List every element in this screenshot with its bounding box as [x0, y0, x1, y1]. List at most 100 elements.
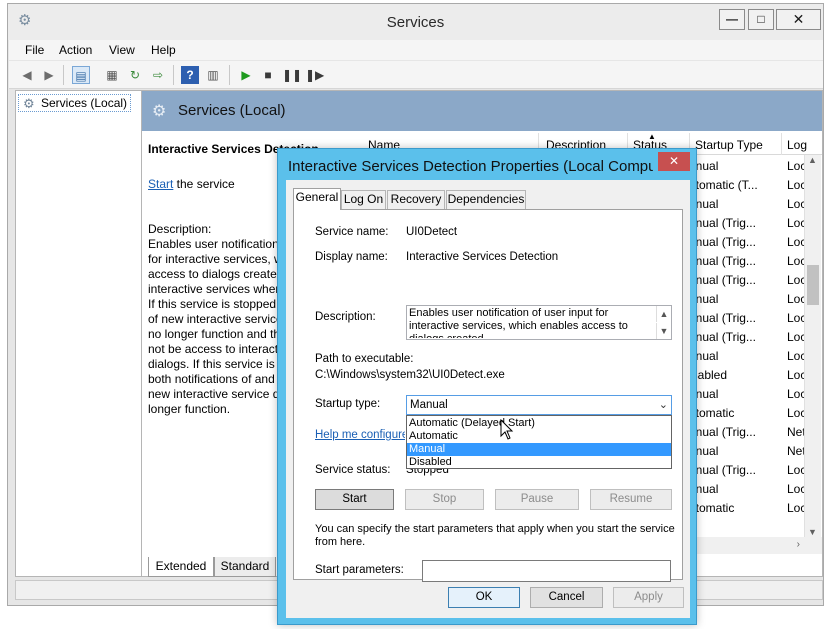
menu-file[interactable]: File	[25, 43, 44, 57]
startup-type-cell: anual	[689, 292, 719, 306]
description-label: Description:	[315, 311, 376, 323]
scroll-right-icon[interactable]: ›	[797, 539, 800, 550]
display-name-label: Display name:	[315, 251, 388, 263]
title-bar: ⚙ Services — □ ✕	[8, 4, 823, 40]
play-icon[interactable]: ▶	[237, 66, 255, 84]
startup-type-cell: utomatic	[689, 501, 735, 515]
scroll-up-icon[interactable]: ▲	[656, 306, 671, 322]
service-name-label: Service name:	[315, 226, 389, 238]
log-on-as-cell: Net	[787, 444, 806, 458]
startup-type-cell: anual (Trig...	[689, 216, 756, 230]
startup-type-cell: utomatic (T...	[689, 178, 758, 192]
log-on-as-cell: Net	[787, 425, 806, 439]
description-label: Description:	[148, 222, 212, 236]
toolbar-separator	[173, 65, 174, 85]
display-name-value: Interactive Services Detection	[406, 251, 559, 263]
toolbar: ◀ ▶ ▤ ▦ ↻ ⇨ ? ▥ ▶ ■ ❚❚ ❚▶	[9, 61, 823, 89]
restart-icon[interactable]: ❚▶	[305, 66, 324, 84]
tab-log-on[interactable]: Log On	[341, 190, 386, 209]
show-hide-action-pane-icon[interactable]: ▥	[204, 66, 222, 84]
start-service-suffix: the service	[173, 177, 235, 191]
menu-view[interactable]: View	[109, 43, 135, 57]
window-title: Services	[386, 14, 445, 31]
cancel-button[interactable]: Cancel	[530, 587, 603, 608]
scroll-down-icon[interactable]: ▼	[808, 527, 817, 537]
refresh-icon[interactable]: ↻	[126, 66, 144, 84]
startup-type-cell: utomatic	[689, 406, 735, 420]
menu-help[interactable]: Help	[151, 43, 176, 57]
column-log-on-as[interactable]: Log	[787, 138, 807, 152]
startup-type-cell: anual (Trig...	[689, 235, 756, 249]
option-manual[interactable]: Manual	[407, 443, 671, 456]
path-label: Path to executable:	[315, 353, 414, 365]
dialog-close-button[interactable]: ✕	[658, 152, 690, 171]
service-name-value: UI0Detect	[406, 226, 458, 238]
tab-extended[interactable]: Extended	[148, 557, 214, 577]
apply-button[interactable]: Apply	[613, 587, 684, 608]
tab-general[interactable]: General	[293, 188, 341, 210]
properties-sheet-icon[interactable]: ▦	[103, 66, 121, 84]
stop-button[interactable]: Stop	[405, 489, 484, 510]
help-configure-link[interactable]: Help me configure s	[315, 429, 405, 441]
start-service-line: Start the service	[148, 177, 235, 191]
option-disabled[interactable]: Disabled	[407, 456, 671, 469]
tree-item-label: Services (Local)	[41, 96, 128, 110]
pause-button[interactable]: Pause	[495, 489, 579, 510]
forward-arrow-icon[interactable]: ▶	[40, 66, 58, 84]
start-button[interactable]: Start	[315, 489, 394, 510]
startup-type-cell: anual	[689, 444, 719, 458]
stop-icon[interactable]: ■	[259, 66, 277, 84]
services-gear-icon: ⚙	[23, 96, 35, 111]
export-list-icon[interactable]: ⇨	[149, 66, 167, 84]
close-button[interactable]: ✕	[776, 9, 821, 30]
description-box[interactable]: Enables user notification of user input …	[406, 305, 672, 340]
help-icon[interactable]: ?	[181, 66, 199, 84]
menu-bar: File Action View Help	[9, 40, 823, 60]
minimize-button[interactable]: —	[719, 9, 745, 30]
startup-type-cell: isabled	[689, 368, 728, 382]
back-arrow-icon[interactable]: ◀	[18, 66, 36, 84]
startup-type-cell: anual	[689, 349, 719, 363]
ok-button[interactable]: OK	[448, 587, 520, 608]
resume-button[interactable]: Resume	[590, 489, 672, 510]
startup-type-cell: anual (Trig...	[689, 311, 756, 325]
startup-type-cell: anual (Trig...	[689, 425, 756, 439]
scroll-up-icon[interactable]: ▲	[808, 155, 817, 165]
toolbar-separator	[63, 65, 64, 85]
column-startup-type[interactable]: Startup Type	[695, 138, 763, 152]
option-automatic[interactable]: Automatic	[407, 430, 671, 443]
console-tree: ⚙ Services (Local)	[15, 90, 143, 577]
startup-type-value: Manual	[410, 399, 448, 411]
pause-icon[interactable]: ❚❚	[282, 66, 302, 84]
startup-type-cell: anual (Trig...	[689, 254, 756, 268]
startup-type-dropdown: Automatic (Delayed Start) Automatic Manu…	[406, 415, 672, 469]
content-title: Services (Local)	[178, 102, 286, 119]
description-text: Enables user notification for interactiv…	[148, 237, 285, 416]
tab-dependencies[interactable]: Dependencies	[446, 190, 526, 209]
console-tree-icon[interactable]: ▤	[72, 66, 90, 84]
vertical-scrollbar[interactable]: ▲ ▼	[804, 155, 821, 537]
tab-recovery[interactable]: Recovery	[387, 190, 445, 209]
mouse-pointer-icon	[500, 419, 514, 440]
path-value: C:\Windows\system32\UI0Detect.exe	[315, 369, 505, 381]
tree-item-services-local[interactable]: ⚙ Services (Local)	[18, 94, 132, 112]
startup-type-cell: anual (Trig...	[689, 463, 756, 477]
start-service-link[interactable]: Start	[148, 177, 173, 191]
menu-action[interactable]: Action	[59, 43, 92, 57]
chevron-down-icon: ⌄	[658, 399, 668, 411]
toolbar-separator	[229, 65, 230, 85]
scroll-down-icon[interactable]: ▼	[656, 323, 671, 339]
maximize-button[interactable]: □	[748, 9, 774, 30]
general-tab-panel: Service name: UI0Detect Display name: In…	[293, 209, 683, 582]
scrollbar-thumb[interactable]	[807, 265, 819, 305]
services-gear-icon: ⚙	[152, 103, 167, 120]
start-params-input[interactable]	[422, 560, 671, 582]
column-separator	[781, 133, 782, 155]
startup-type-select[interactable]: Manual ⌄	[406, 395, 672, 415]
startup-type-label: Startup type:	[315, 398, 381, 410]
tab-standard[interactable]: Standard	[214, 557, 276, 577]
content-header: ⚙ Services (Local)	[142, 91, 822, 131]
service-status-label: Service status:	[315, 464, 391, 476]
option-automatic-delayed[interactable]: Automatic (Delayed Start)	[407, 417, 671, 430]
startup-type-cell: anual	[689, 197, 719, 211]
